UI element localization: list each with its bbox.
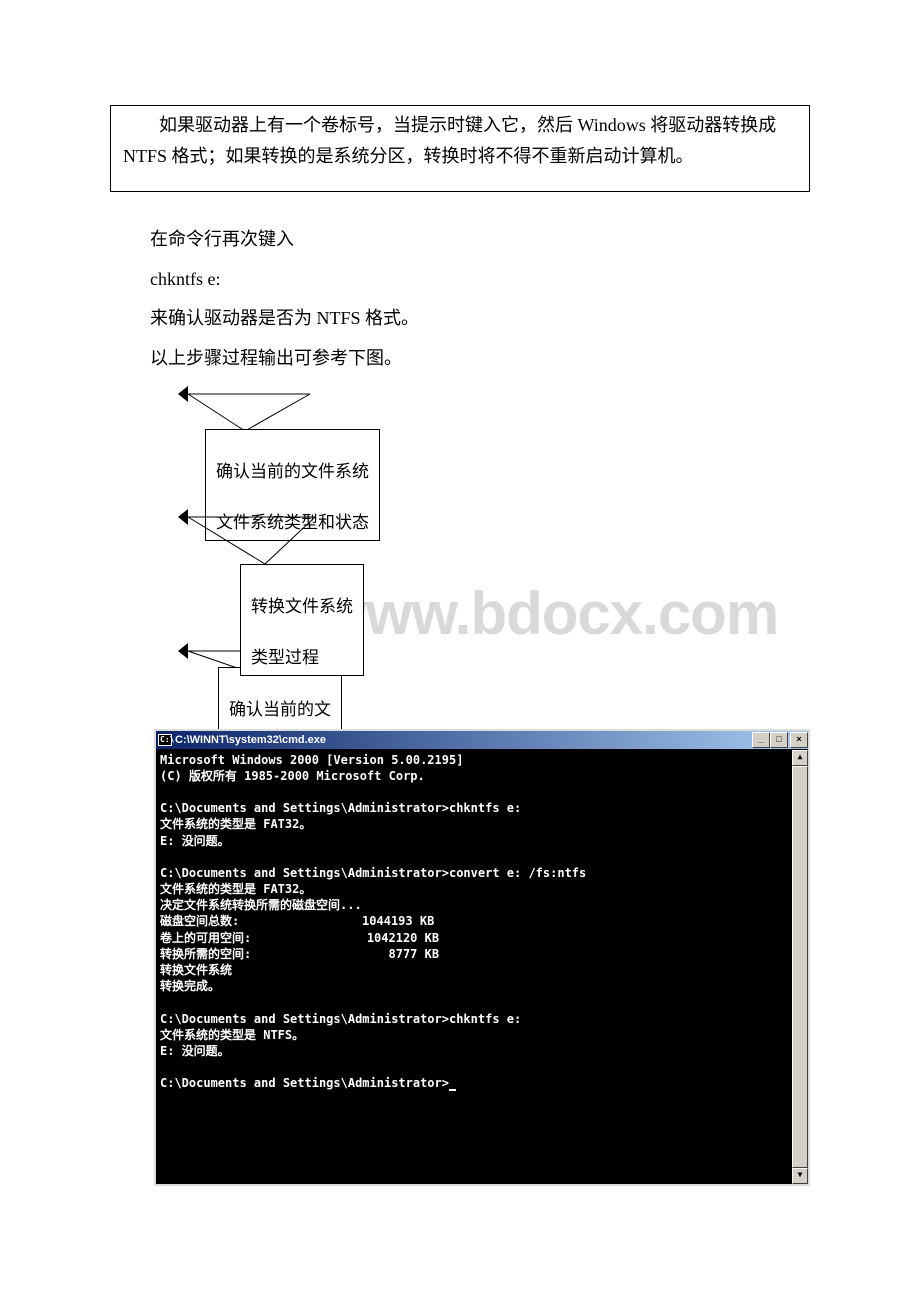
- scroll-thumb[interactable]: [792, 766, 808, 1168]
- minimize-button[interactable]: _: [752, 732, 770, 748]
- cmd-output[interactable]: Microsoft Windows 2000 [Version 5.00.219…: [156, 750, 792, 1184]
- note-box: 如果驱动器上有一个卷标号，当提示时键入它，然后 Windows 将驱动器转换成 …: [110, 105, 810, 192]
- cmd-window: C:\ C:\WINNT\system32\cmd.exe _ □ × Micr…: [154, 729, 810, 1186]
- callout-2: 转换文件系统 类型过程: [240, 564, 364, 676]
- note-text: 如果驱动器上有一个卷标号，当提示时键入它，然后 Windows 将驱动器转换成 …: [123, 110, 797, 171]
- callout-diagram: www.bdocx.com 确认当前的文件系统 文件系统类型和状态 转换文件系统…: [170, 379, 810, 729]
- scroll-up-button[interactable]: ▲: [792, 750, 808, 766]
- maximize-button[interactable]: □: [770, 732, 788, 748]
- scrollbar[interactable]: ▲ ▼: [792, 750, 808, 1184]
- cmd-titlebar[interactable]: C:\ C:\WINNT\system32\cmd.exe _ □ ×: [156, 731, 808, 750]
- callout-3-line1: 确认当前的文: [229, 700, 331, 719]
- watermark: www.bdocx.com: [320, 579, 778, 648]
- cursor-icon: [449, 1089, 456, 1091]
- callout-1-line1: 确认当前的文件系统: [216, 462, 369, 481]
- callout-2-line2: 类型过程: [251, 648, 319, 667]
- body-p2: chkntfs e:: [150, 260, 770, 300]
- body-p4: 以上步骤过程输出可参考下图。: [150, 339, 770, 379]
- callout-2-line1: 转换文件系统: [251, 597, 353, 616]
- cmd-title: C:\WINNT\system32\cmd.exe: [175, 731, 752, 749]
- body-p3: 来确认驱动器是否为 NTFS 格式。: [150, 299, 770, 339]
- close-button[interactable]: ×: [790, 732, 808, 748]
- cmd-prompt-icon: C:\: [158, 734, 172, 746]
- body-p1: 在命令行再次键入: [150, 220, 770, 260]
- scroll-track[interactable]: [792, 766, 808, 1168]
- scroll-down-button[interactable]: ▼: [792, 1168, 808, 1184]
- arrow-2: [170, 502, 370, 572]
